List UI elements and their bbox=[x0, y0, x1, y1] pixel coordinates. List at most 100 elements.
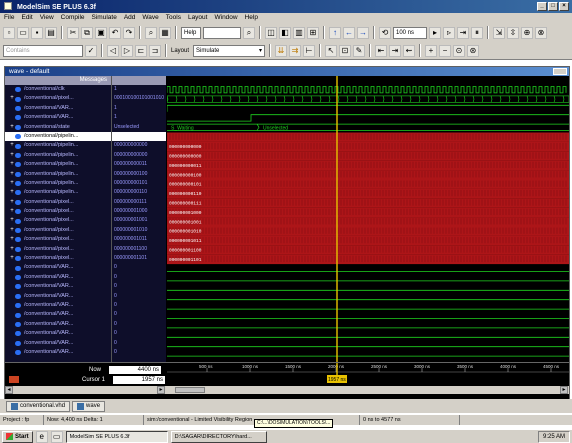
step-forward-icon[interactable]: → bbox=[357, 26, 369, 39]
cursor-row[interactable]: Cursor 1 1957 ns bbox=[5, 375, 169, 384]
signal-row[interactable]: /conventional/VAR... bbox=[5, 339, 111, 348]
dataflow-icon[interactable]: ⊗ bbox=[535, 26, 547, 39]
copy-icon[interactable]: ⧉ bbox=[81, 26, 93, 39]
help-field[interactable]: Help bbox=[181, 26, 201, 39]
signal-row[interactable]: +/conventional/pixel... bbox=[5, 226, 111, 235]
compile-icon[interactable]: ▦ bbox=[159, 26, 171, 39]
signal-row[interactable]: /conventional/VAR... bbox=[5, 273, 111, 282]
menu-view[interactable]: View bbox=[40, 13, 54, 23]
break-icon[interactable]: ⏸ bbox=[471, 26, 483, 39]
menu-tools[interactable]: Tools bbox=[166, 13, 181, 23]
menu-layout[interactable]: Layout bbox=[188, 13, 208, 23]
edit-mode-icon[interactable]: ✎ bbox=[353, 44, 366, 57]
clear-filter-icon[interactable]: ✓ bbox=[85, 44, 97, 57]
signal-row[interactable]: /conventional/VAR... bbox=[5, 348, 111, 357]
tab-conventional-vhd[interactable]: conventional.vhd bbox=[6, 400, 71, 412]
menu-add[interactable]: Add bbox=[124, 13, 136, 23]
find-prev-edge-icon[interactable]: ⇜ bbox=[403, 44, 416, 57]
cursor-lock-icon[interactable] bbox=[9, 376, 19, 383]
signal-row[interactable]: +/conventional/pixel... bbox=[5, 235, 111, 244]
close-button[interactable]: × bbox=[559, 2, 569, 11]
wave-icon[interactable]: ⊞ bbox=[307, 26, 319, 39]
find-icon[interactable]: ⌕ bbox=[145, 26, 157, 39]
sim-icon[interactable]: ▥ bbox=[293, 26, 305, 39]
find-edge-icon[interactable]: ⇥ bbox=[389, 44, 402, 57]
run-length-input[interactable]: 100 ns bbox=[393, 26, 427, 39]
signal-row[interactable]: +/conventional/pipelin... bbox=[5, 188, 111, 197]
signal-row[interactable]: /conventional/clk bbox=[5, 85, 111, 94]
run-icon[interactable]: ▸ bbox=[429, 26, 441, 39]
minimize-button[interactable]: _ bbox=[537, 2, 547, 11]
menu-help[interactable]: Help bbox=[245, 13, 258, 23]
zoom-mode-icon[interactable]: ⊡ bbox=[339, 44, 352, 57]
signal-row[interactable]: +/conventional/pipelin... bbox=[5, 179, 111, 188]
signal-row[interactable]: +/conventional/pixel... bbox=[5, 198, 111, 207]
signal-row[interactable]: /conventional/VAR... bbox=[5, 282, 111, 291]
prev-icon[interactable]: ◁ bbox=[107, 44, 119, 57]
waveform-area[interactable]: S_Waiting Unselected 000000000000 000000000… bbox=[167, 76, 569, 362]
step-icon[interactable]: ⇲ bbox=[493, 26, 505, 39]
zoom-cursor-icon[interactable]: ⊛ bbox=[467, 44, 480, 57]
undo-icon[interactable]: ↶ bbox=[109, 26, 121, 39]
zoom-full-icon[interactable]: ⊙ bbox=[453, 44, 466, 57]
signal-values-pane[interactable]: 1 000100100101001010 1 1 Unselected 000000000… bbox=[111, 76, 166, 362]
debug-icon[interactable]: ⊕ bbox=[521, 26, 533, 39]
signal-row[interactable]: +/conventional/pipelin... bbox=[5, 170, 111, 179]
signal-row[interactable]: +/conventional/pixel... bbox=[5, 245, 111, 254]
zoom-out-icon[interactable]: − bbox=[439, 44, 452, 57]
signal-row[interactable]: +/conventional/pixel... bbox=[5, 94, 111, 103]
signal-row[interactable]: +/conventional/pixel... bbox=[5, 216, 111, 225]
signal-row[interactable]: +/conventional/pipelin... bbox=[5, 160, 111, 169]
new-file-icon[interactable]: ▫ bbox=[3, 26, 15, 39]
time-ruler[interactable]: 500 ns 1000 ns 1500 ns 2000 ns 2500 ns 3000 n… bbox=[167, 363, 569, 385]
menu-file[interactable]: File bbox=[4, 13, 14, 23]
open-folder-icon[interactable]: ▭ bbox=[17, 26, 29, 39]
signal-row[interactable]: /conventional/VAR... bbox=[5, 310, 111, 319]
add-wave-icon[interactable]: ⇊ bbox=[275, 44, 288, 57]
signal-row[interactable]: +/conventional/pipelin... bbox=[5, 131, 111, 142]
paste-icon[interactable]: ▣ bbox=[95, 26, 107, 39]
zoom-fit-icon[interactable]: ◫ bbox=[265, 26, 277, 39]
menu-wave[interactable]: Wave bbox=[142, 13, 158, 23]
signal-row[interactable]: /conventional/VAR... bbox=[5, 329, 111, 338]
run-all-icon[interactable]: ⇥ bbox=[457, 26, 469, 39]
waveform-canvas[interactable]: S_Waiting Unselected 000000000000 000000000… bbox=[167, 76, 569, 362]
print-icon[interactable]: ▤ bbox=[45, 26, 57, 39]
quicklaunch-ie-icon[interactable]: e bbox=[35, 430, 48, 443]
quicklaunch-desktop-icon[interactable]: ▭ bbox=[50, 430, 63, 443]
wave-compare-icon[interactable]: ⊢ bbox=[303, 44, 316, 57]
add-list-icon[interactable]: ⇉ bbox=[289, 44, 302, 57]
signal-row[interactable]: /conventional/VAR... bbox=[5, 301, 111, 310]
run-continue-icon[interactable]: ▹ bbox=[443, 26, 455, 39]
last-icon[interactable]: ⊐ bbox=[149, 44, 161, 57]
scroll-thumb[interactable] bbox=[175, 387, 205, 393]
signal-row[interactable]: /conventional/VAR... bbox=[5, 113, 111, 122]
first-icon[interactable]: ⊏ bbox=[135, 44, 147, 57]
layout-select[interactable]: Simulate ▾ bbox=[193, 44, 266, 57]
scroll-left-arrow[interactable]: ◂ bbox=[5, 386, 13, 394]
menu-simulate[interactable]: Simulate bbox=[92, 13, 117, 23]
wave-window-controls[interactable] bbox=[553, 68, 567, 75]
help-search-icon[interactable]: ⌕ bbox=[243, 26, 255, 39]
scroll-right-arrow[interactable]: ▸ bbox=[157, 386, 165, 394]
save-icon[interactable]: ▪ bbox=[31, 26, 43, 39]
step-in-icon[interactable]: ↑ bbox=[329, 26, 341, 39]
start-button[interactable]: Start bbox=[2, 430, 33, 443]
help-search-input[interactable] bbox=[203, 26, 241, 39]
menu-compile[interactable]: Compile bbox=[61, 13, 85, 23]
horizontal-scrollbar[interactable]: ◂ ▸ ▸ bbox=[5, 386, 569, 394]
signal-row[interactable]: /conventional/VAR... bbox=[5, 320, 111, 329]
signal-row[interactable]: /conventional/VAR... bbox=[5, 292, 111, 301]
task-modelsim[interactable]: ModelSim SE PLUS 6.3f bbox=[65, 430, 168, 443]
contains-input[interactable]: Contains bbox=[3, 44, 83, 57]
signal-row[interactable]: /conventional/VAR... bbox=[5, 104, 111, 113]
tab-wave[interactable]: wave bbox=[72, 400, 106, 412]
menu-window[interactable]: Window bbox=[214, 13, 237, 23]
menu-edit[interactable]: Edit bbox=[21, 13, 32, 23]
wave-scroll-right-arrow[interactable]: ▸ bbox=[560, 386, 568, 394]
zoom-in-icon[interactable]: + bbox=[425, 44, 438, 57]
signal-names-pane[interactable]: Messages /conventional/clk +/conventional… bbox=[5, 76, 111, 362]
next-icon[interactable]: ▷ bbox=[121, 44, 133, 57]
maximize-button[interactable]: □ bbox=[548, 2, 558, 11]
signal-row[interactable]: +/conventional/state bbox=[5, 123, 111, 132]
